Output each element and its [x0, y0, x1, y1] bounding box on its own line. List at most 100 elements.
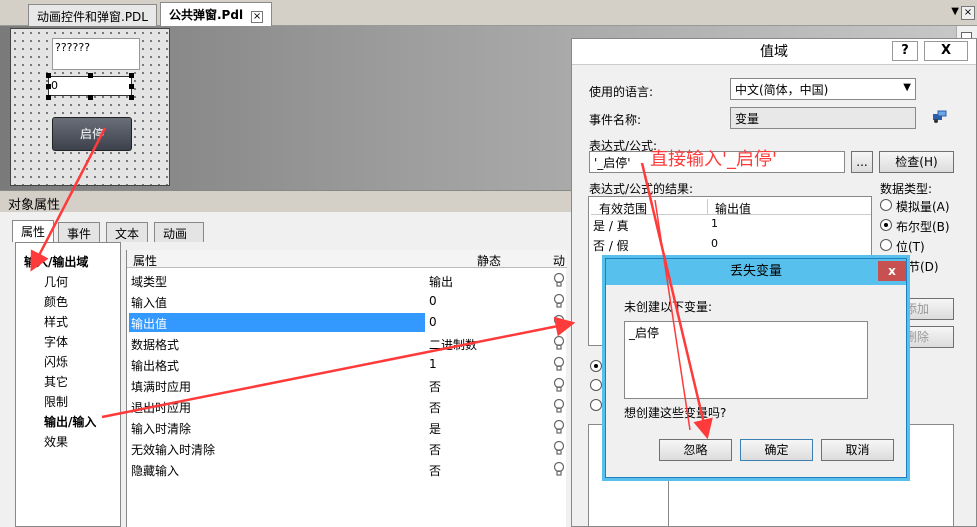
- table-row[interactable]: 输入时清除 是: [127, 418, 567, 439]
- close-button[interactable]: x: [878, 261, 906, 281]
- property-name: 退出时应用: [131, 401, 192, 415]
- language-value: 中文(简体，中国): [735, 83, 829, 97]
- radio-boolean-label: 布尔型(B): [896, 220, 950, 234]
- tree-item-style[interactable]: 样式: [44, 313, 68, 330]
- lightbulb-icon[interactable]: [553, 377, 565, 393]
- table-row[interactable]: 填满时应用 否: [127, 376, 567, 397]
- table-row[interactable]: 输入值 0: [127, 292, 567, 313]
- tree-item-limits[interactable]: 限制: [44, 393, 68, 410]
- radio-analog[interactable]: [880, 199, 892, 211]
- selection-handle[interactable]: [129, 84, 134, 89]
- lightbulb-icon[interactable]: [553, 272, 565, 288]
- tab-events[interactable]: 事件: [58, 222, 101, 242]
- chevron-down-icon: ▼: [903, 82, 911, 93]
- property-value[interactable]: 输出: [429, 273, 453, 290]
- tab-label: 公共弹窗.Pdl: [169, 8, 244, 22]
- lightbulb-icon[interactable]: [553, 293, 565, 309]
- selection-handle[interactable]: [88, 95, 93, 100]
- selection-handle[interactable]: [46, 84, 51, 89]
- start-stop-button[interactable]: 启停: [52, 117, 132, 151]
- property-value[interactable]: 否: [429, 399, 441, 416]
- result-table-header: 有效范围 输出值: [591, 199, 871, 216]
- create-question: 想创建这些变量吗?: [624, 406, 727, 420]
- list-item[interactable]: _启停: [629, 326, 659, 340]
- result-range-cell[interactable]: 否 / 假: [593, 237, 629, 254]
- table-row[interactable]: 数据格式 二进制数: [127, 334, 567, 355]
- property-value[interactable]: 二进制数: [429, 336, 477, 353]
- lost-variable-message: 未创建以下变量:: [624, 300, 713, 314]
- lightbulb-icon[interactable]: [553, 440, 565, 456]
- property-value[interactable]: 否: [429, 462, 441, 479]
- language-select[interactable]: 中文(简体，中国) ▼: [730, 78, 916, 100]
- lightbulb-icon[interactable]: [553, 335, 565, 351]
- radio-boolean[interactable]: [880, 219, 892, 231]
- tree-item-flash[interactable]: 闪烁: [44, 353, 68, 370]
- variable-link-icon[interactable]: [932, 110, 948, 124]
- property-value[interactable]: 否: [429, 441, 441, 458]
- tree-item-font[interactable]: 字体: [44, 333, 68, 350]
- check-button[interactable]: 检查(H): [879, 151, 954, 173]
- ignore-button[interactable]: 忽略: [659, 439, 732, 461]
- io-field-display[interactable]: ??????: [52, 38, 140, 70]
- radio-option[interactable]: [590, 399, 602, 411]
- lightbulb-icon[interactable]: [553, 461, 565, 477]
- property-value[interactable]: 否: [429, 378, 441, 395]
- help-button[interactable]: ?: [892, 41, 918, 61]
- tree-item-io-field[interactable]: 输入/输出域: [24, 253, 88, 270]
- table-row[interactable]: 域类型 输出: [127, 271, 567, 292]
- radio-analog-label: 模拟量(A): [896, 200, 950, 214]
- tab-animation[interactable]: 动画: [154, 222, 204, 242]
- selection-handle[interactable]: [129, 95, 134, 100]
- property-grid-header: 属性 静态 动: [127, 250, 567, 268]
- table-row[interactable]: 无效输入时清除 否: [127, 439, 567, 460]
- lightbulb-icon[interactable]: [553, 398, 565, 414]
- tab-properties[interactable]: 属性: [12, 220, 55, 242]
- result-value-cell[interactable]: 1: [711, 217, 718, 230]
- selection-handle[interactable]: [88, 73, 93, 78]
- close-button[interactable]: X: [924, 41, 968, 61]
- cancel-button[interactable]: 取消: [821, 439, 894, 461]
- language-label: 使用的语言:: [589, 85, 654, 99]
- property-value[interactable]: 1: [429, 357, 437, 371]
- property-value[interactable]: 0: [429, 294, 437, 308]
- property-value[interactable]: 是: [429, 420, 441, 437]
- close-icon[interactable]: ×: [961, 6, 975, 20]
- lightbulb-icon[interactable]: [553, 314, 565, 330]
- event-name-label: 事件名称:: [589, 113, 642, 127]
- dialog-title: 丢失变量: [606, 259, 906, 285]
- lightbulb-icon[interactable]: [553, 356, 565, 372]
- annotation-text: 直接输入'_启停': [650, 149, 777, 170]
- browse-button[interactable]: ...: [851, 151, 873, 173]
- tree-item-geometry[interactable]: 几何: [44, 273, 68, 290]
- radio-bit[interactable]: [880, 239, 892, 251]
- tree-item-misc[interactable]: 其它: [44, 373, 68, 390]
- tree-item-output-input[interactable]: 输出/输入: [44, 413, 96, 430]
- table-row[interactable]: 退出时应用 否: [127, 397, 567, 418]
- selection-handle[interactable]: [129, 73, 134, 78]
- ok-button[interactable]: 确定: [740, 439, 813, 461]
- selection-handle[interactable]: [46, 95, 51, 100]
- table-row[interactable]: 输出格式 1: [127, 355, 567, 376]
- column-header-dynamic: 动: [553, 254, 566, 268]
- table-row[interactable]: 隐藏输入 否: [127, 460, 567, 481]
- radio-option[interactable]: [590, 360, 602, 372]
- radio-option[interactable]: [590, 379, 602, 391]
- tab-animation-doc[interactable]: 动画控件和弹窗.PDL: [28, 4, 157, 26]
- tree-item-effects[interactable]: 效果: [44, 433, 68, 450]
- column-header-static: 静态: [477, 254, 502, 268]
- property-name: 输出值: [129, 313, 425, 332]
- tab-text[interactable]: 文本: [106, 222, 149, 242]
- selection-handle[interactable]: [46, 73, 51, 78]
- io-field-input[interactable]: 0: [48, 76, 132, 96]
- chevron-down-icon[interactable]: ▼: [951, 6, 959, 17]
- table-row[interactable]: 输出值 0: [127, 313, 567, 334]
- tab-common-popup[interactable]: 公共弹窗.Pdl ×: [160, 2, 273, 26]
- property-name: 无效输入时清除: [131, 443, 216, 457]
- close-icon[interactable]: ×: [251, 11, 264, 23]
- tree-item-color[interactable]: 颜色: [44, 293, 68, 310]
- lightbulb-icon[interactable]: [553, 419, 565, 435]
- property-value[interactable]: 0: [429, 315, 437, 329]
- tab-label: 动画控件和弹窗.PDL: [37, 10, 148, 24]
- result-range-cell[interactable]: 是 / 真: [593, 217, 629, 234]
- result-value-cell[interactable]: 0: [711, 237, 718, 250]
